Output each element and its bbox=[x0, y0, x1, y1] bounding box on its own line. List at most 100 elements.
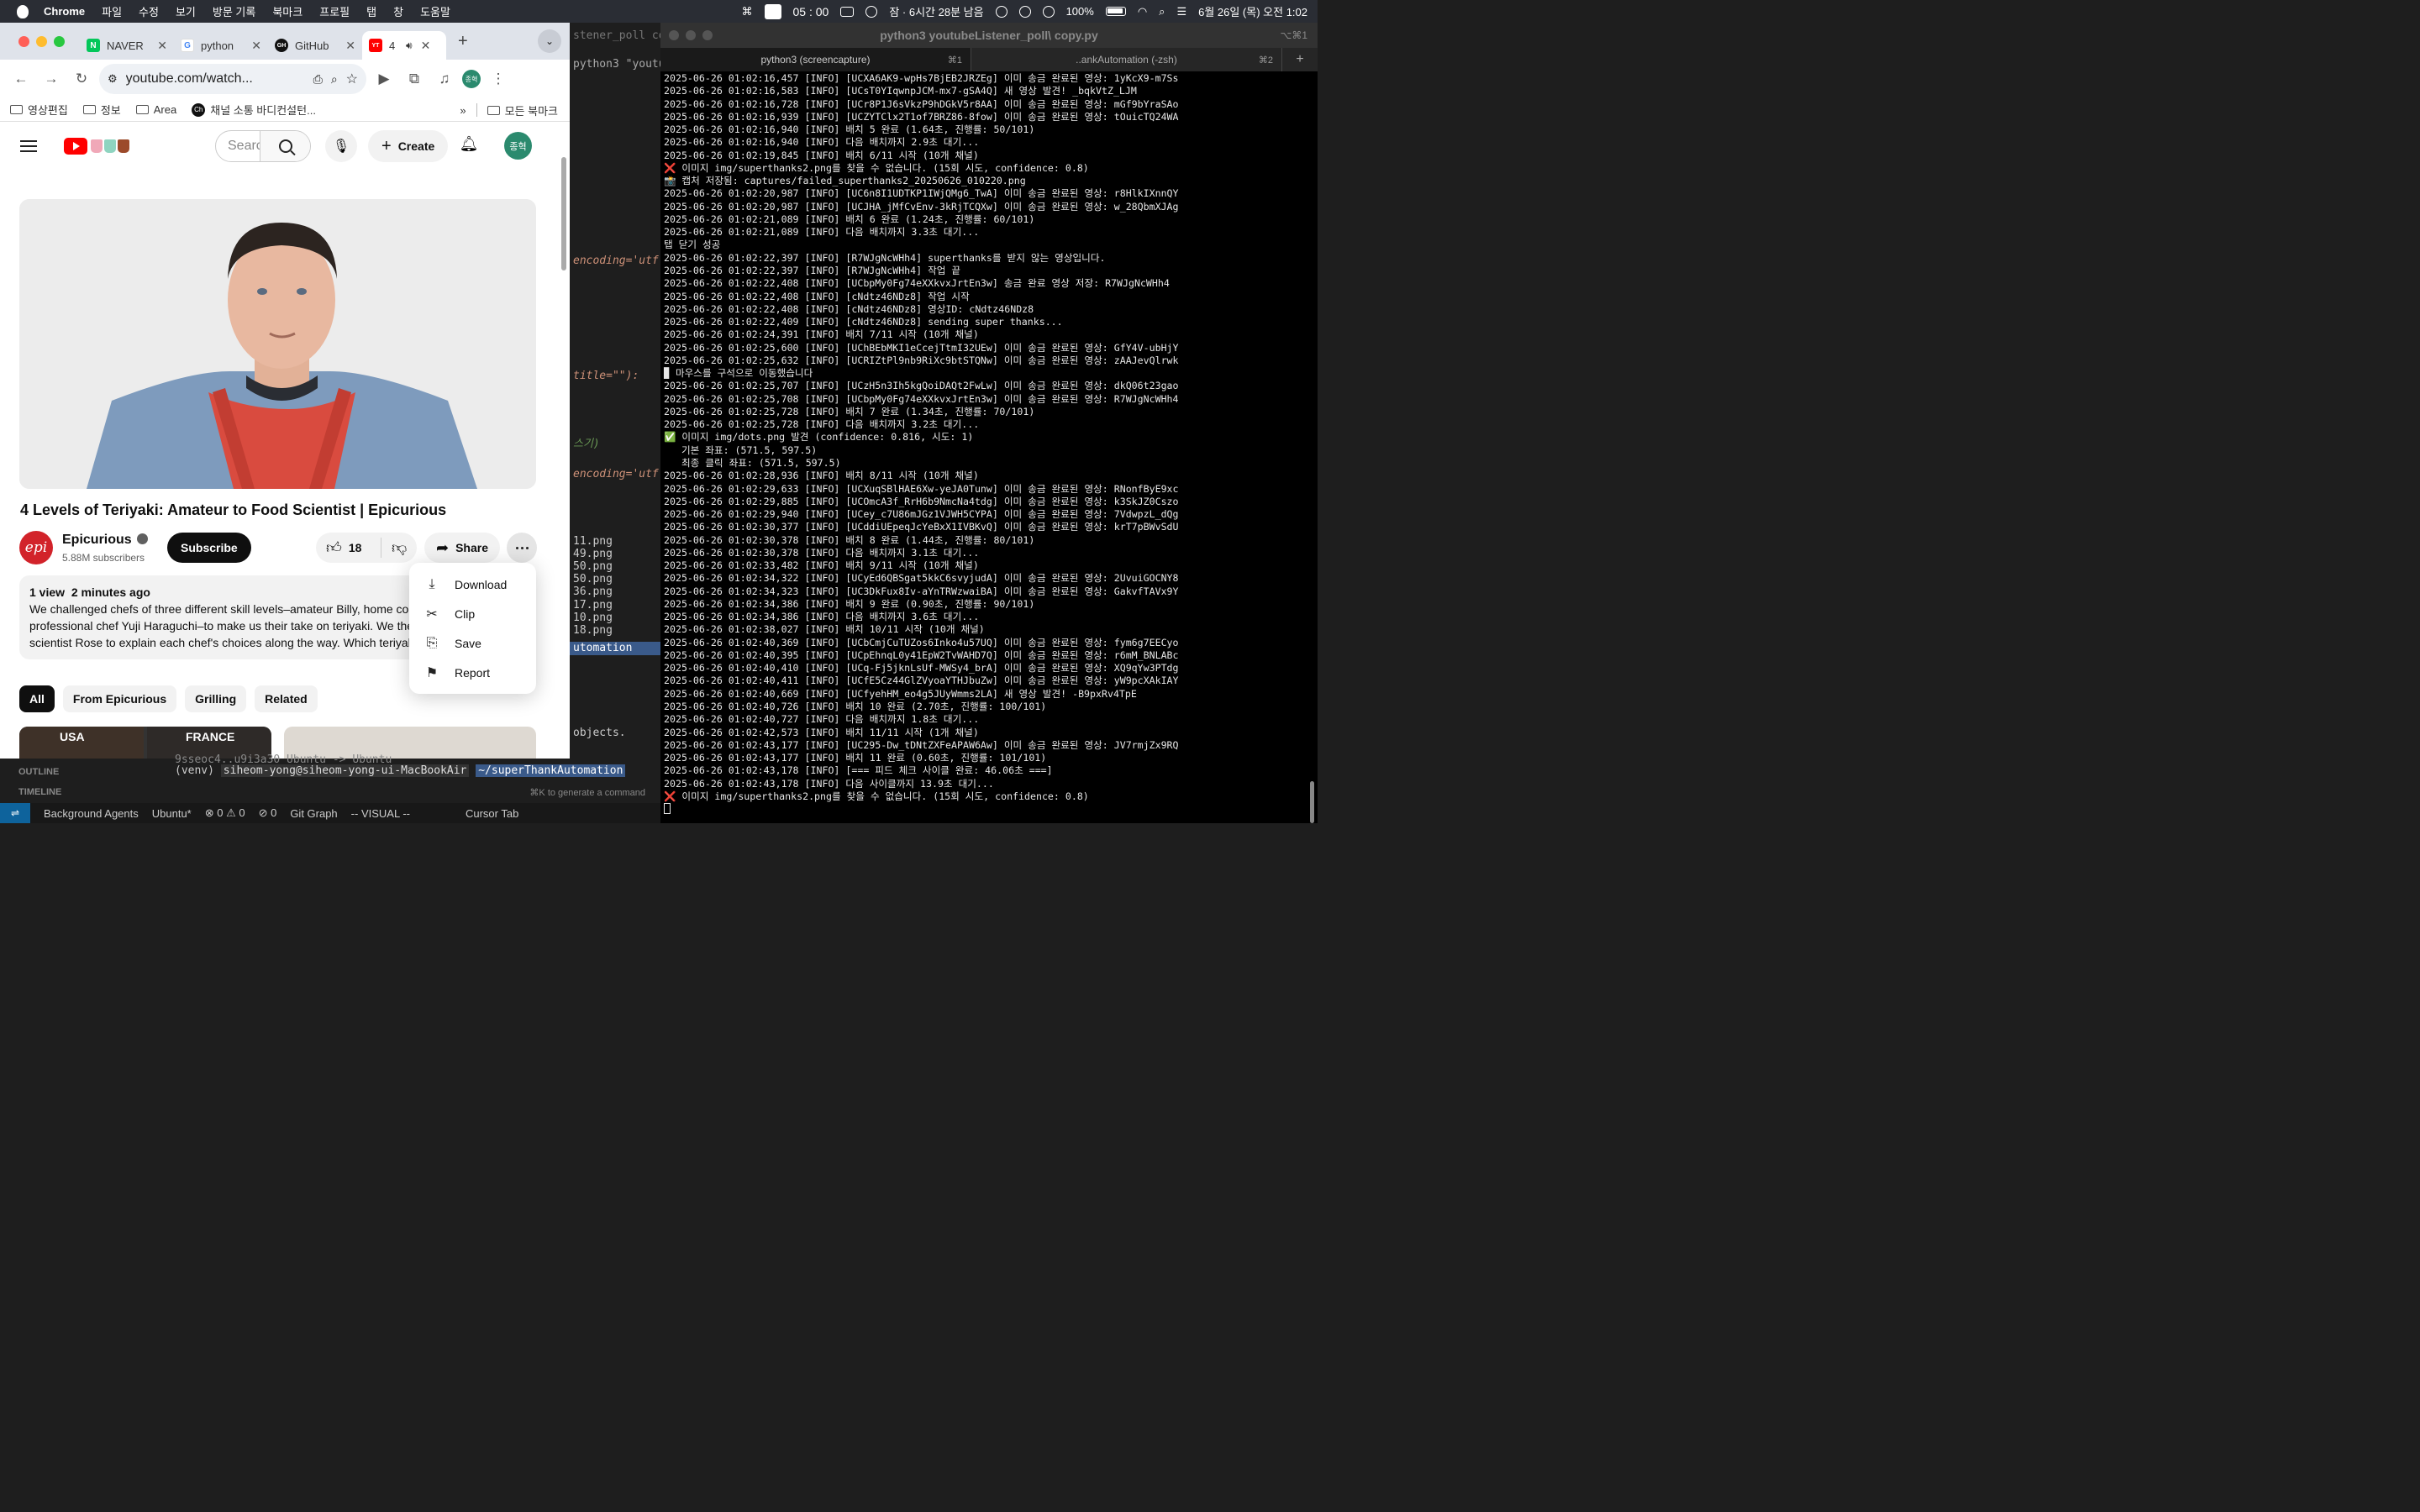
weather-icon[interactable] bbox=[1042, 5, 1055, 18]
bookmark-link[interactable]: Ch 채널 소통 바디컨설턴... bbox=[192, 102, 316, 118]
forward-button[interactable]: → bbox=[39, 66, 64, 92]
terminal-prompt[interactable]: (venv) siheom-yong@siheom-yong-ui-MacBoo… bbox=[175, 764, 626, 777]
status-git-graph[interactable]: Git Graph bbox=[290, 807, 337, 820]
notifications-bell-icon[interactable]: 🔔︎ bbox=[459, 135, 479, 155]
terminal-tab-python[interactable]: python3 (screencapture) ⌘1 bbox=[660, 48, 971, 71]
channel-avatar[interactable]: epi bbox=[19, 531, 53, 564]
new-tab-button[interactable]: + bbox=[458, 32, 468, 51]
menu-item-profile[interactable]: 프로필 bbox=[319, 3, 350, 19]
close-tab-icon[interactable]: ✕ bbox=[251, 39, 261, 53]
remote-icon[interactable]: ⇌ bbox=[0, 803, 30, 823]
terminal-cursor-line[interactable] bbox=[664, 803, 1314, 816]
menu-item-tab[interactable]: 탭 bbox=[366, 3, 376, 19]
timeline-section[interactable]: TIMELINE bbox=[18, 787, 61, 797]
menu-clip[interactable]: ✂ Clip bbox=[409, 599, 536, 628]
menu-app-name[interactable]: Chrome bbox=[44, 5, 85, 18]
menu-report[interactable]: ⚑ Report bbox=[409, 658, 536, 687]
sleep-status[interactable]: 잠 · 6시간 28분 남음 bbox=[889, 3, 983, 19]
status-ports[interactable]: ⊘ 0 bbox=[259, 806, 277, 820]
new-terminal-tab-button[interactable]: + bbox=[1282, 48, 1318, 71]
zoom-icon[interactable]: ⌕ bbox=[331, 72, 338, 87]
outline-section[interactable]: OUTLINE bbox=[18, 767, 59, 777]
minimize-window-button[interactable] bbox=[36, 35, 47, 47]
zoom-window-button[interactable] bbox=[54, 35, 65, 47]
page-scrollbar[interactable] bbox=[561, 157, 566, 270]
play-icon[interactable] bbox=[865, 5, 878, 18]
profile-avatar[interactable]: 종혁 bbox=[462, 70, 481, 88]
video-player[interactable] bbox=[19, 199, 536, 489]
bookmark-folder[interactable]: 정보 bbox=[82, 102, 121, 118]
extensions-icon[interactable]: ⧉ bbox=[402, 66, 427, 92]
play-extension-icon[interactable]: ▶ bbox=[371, 66, 397, 92]
menu-item-edit[interactable]: 수정 bbox=[139, 3, 159, 19]
like-button[interactable]: 👍︎ 18 bbox=[316, 538, 381, 558]
tab-search-button[interactable]: ⌄ bbox=[538, 29, 561, 53]
menu-item-history[interactable]: 방문 기록 bbox=[213, 3, 255, 19]
status-cursor-tab[interactable]: Cursor Tab bbox=[466, 807, 518, 820]
apple-icon[interactable] bbox=[17, 4, 29, 18]
terminal-output[interactable]: 2025-06-26 01:02:16,457 [INFO] [UCXA6AK9… bbox=[660, 71, 1318, 823]
close-tab-icon[interactable]: ✕ bbox=[345, 39, 355, 53]
close-window-button[interactable] bbox=[669, 30, 679, 40]
timer-text[interactable]: 05 : 00 bbox=[793, 5, 829, 18]
menu-item-help[interactable]: 도움말 bbox=[420, 3, 450, 19]
status-branch[interactable]: Ubuntu* bbox=[152, 807, 192, 820]
chip-related[interactable]: Related bbox=[255, 685, 318, 712]
all-bookmarks[interactable]: 모든 북마크 bbox=[487, 102, 558, 118]
bookmark-star-icon[interactable]: ☆ bbox=[346, 71, 358, 87]
command-icon[interactable]: ⌘ bbox=[742, 5, 753, 18]
minimize-window-button[interactable] bbox=[686, 30, 696, 40]
battery-icon[interactable] bbox=[1105, 7, 1126, 16]
more-bookmarks-icon[interactable]: » bbox=[460, 104, 466, 117]
address-bar[interactable]: ⚙ youtube.com/watch... ⎙ ⌕ ☆ bbox=[99, 64, 366, 94]
close-tab-icon[interactable]: ✕ bbox=[421, 39, 431, 53]
calendar-icon[interactable] bbox=[764, 3, 781, 19]
url-text[interactable]: youtube.com/watch... bbox=[126, 71, 305, 87]
install-icon[interactable]: ⎙ bbox=[313, 72, 323, 87]
search-input[interactable]: Search bbox=[216, 139, 260, 154]
subscribe-button[interactable]: Subscribe bbox=[167, 533, 251, 563]
voice-search-button[interactable]: 🎙︎ bbox=[325, 130, 357, 162]
chrome-menu-icon[interactable]: ⋮ bbox=[486, 66, 511, 92]
reload-button[interactable]: ↻ bbox=[69, 66, 94, 92]
dislike-button[interactable]: 👎︎ bbox=[381, 538, 407, 557]
menu-item-file[interactable]: 파일 bbox=[102, 3, 122, 19]
terminal-scrollbar[interactable] bbox=[1310, 781, 1314, 823]
more-actions-button[interactable] bbox=[507, 533, 537, 563]
menu-item-view[interactable]: 보기 bbox=[176, 3, 196, 19]
cloud-icon[interactable] bbox=[995, 5, 1007, 18]
bookmark-folder[interactable]: 영상편집 bbox=[10, 102, 68, 118]
channel-name[interactable]: Epicurious bbox=[62, 533, 148, 548]
close-window-button[interactable] bbox=[18, 35, 29, 47]
bookmark-folder[interactable]: Area bbox=[135, 103, 176, 116]
control-center-icon[interactable]: ☰ bbox=[1176, 5, 1186, 18]
share-button[interactable]: ➦ Share bbox=[424, 533, 500, 563]
status-problems[interactable]: ⊗ 0 ⚠ 0 bbox=[205, 806, 245, 820]
audio-icon[interactable]: 🔊︎ bbox=[406, 39, 413, 52]
zoom-window-button[interactable] bbox=[702, 30, 713, 40]
search-button[interactable] bbox=[260, 131, 310, 161]
terminal-tab-zsh[interactable]: ..ankAutomation (-zsh) ⌘2 bbox=[971, 48, 1282, 71]
site-info-icon[interactable]: ⚙ bbox=[108, 72, 118, 86]
chip-all[interactable]: All bbox=[19, 685, 55, 712]
editor-tab-title[interactable]: stener_poll copy.p bbox=[573, 29, 660, 42]
back-button[interactable]: ← bbox=[8, 66, 34, 92]
status-background-agents[interactable]: Background Agents bbox=[44, 807, 139, 820]
account-avatar[interactable]: 종혁 bbox=[504, 132, 532, 160]
battery-percent[interactable]: 100% bbox=[1066, 5, 1094, 18]
tab-naver[interactable]: N NAVER ✕ bbox=[80, 31, 174, 60]
create-button[interactable]: + Create bbox=[368, 130, 449, 162]
clock-datetime[interactable]: 6월 26일 (목) 오전 1:02 bbox=[1198, 3, 1307, 19]
airdrop-icon[interactable] bbox=[1018, 5, 1031, 18]
hamburger-menu-icon[interactable] bbox=[20, 137, 37, 155]
spotlight-icon[interactable]: ⌕ bbox=[1159, 5, 1165, 18]
menu-save[interactable]: ⎘ Save bbox=[409, 628, 536, 658]
youtube-logo[interactable] bbox=[64, 138, 87, 155]
tab-github[interactable]: GH GitHub ✕ bbox=[268, 31, 362, 60]
chip-from-channel[interactable]: From Epicurious bbox=[62, 685, 177, 712]
search-box[interactable]: Search bbox=[215, 130, 311, 162]
window-icon[interactable] bbox=[840, 6, 855, 17]
menu-item-bookmarks[interactable]: 북마크 bbox=[272, 3, 302, 19]
close-tab-icon[interactable]: ✕ bbox=[157, 39, 167, 53]
tab-youtube[interactable]: YT 4 🔊︎ ✕ bbox=[362, 31, 446, 60]
